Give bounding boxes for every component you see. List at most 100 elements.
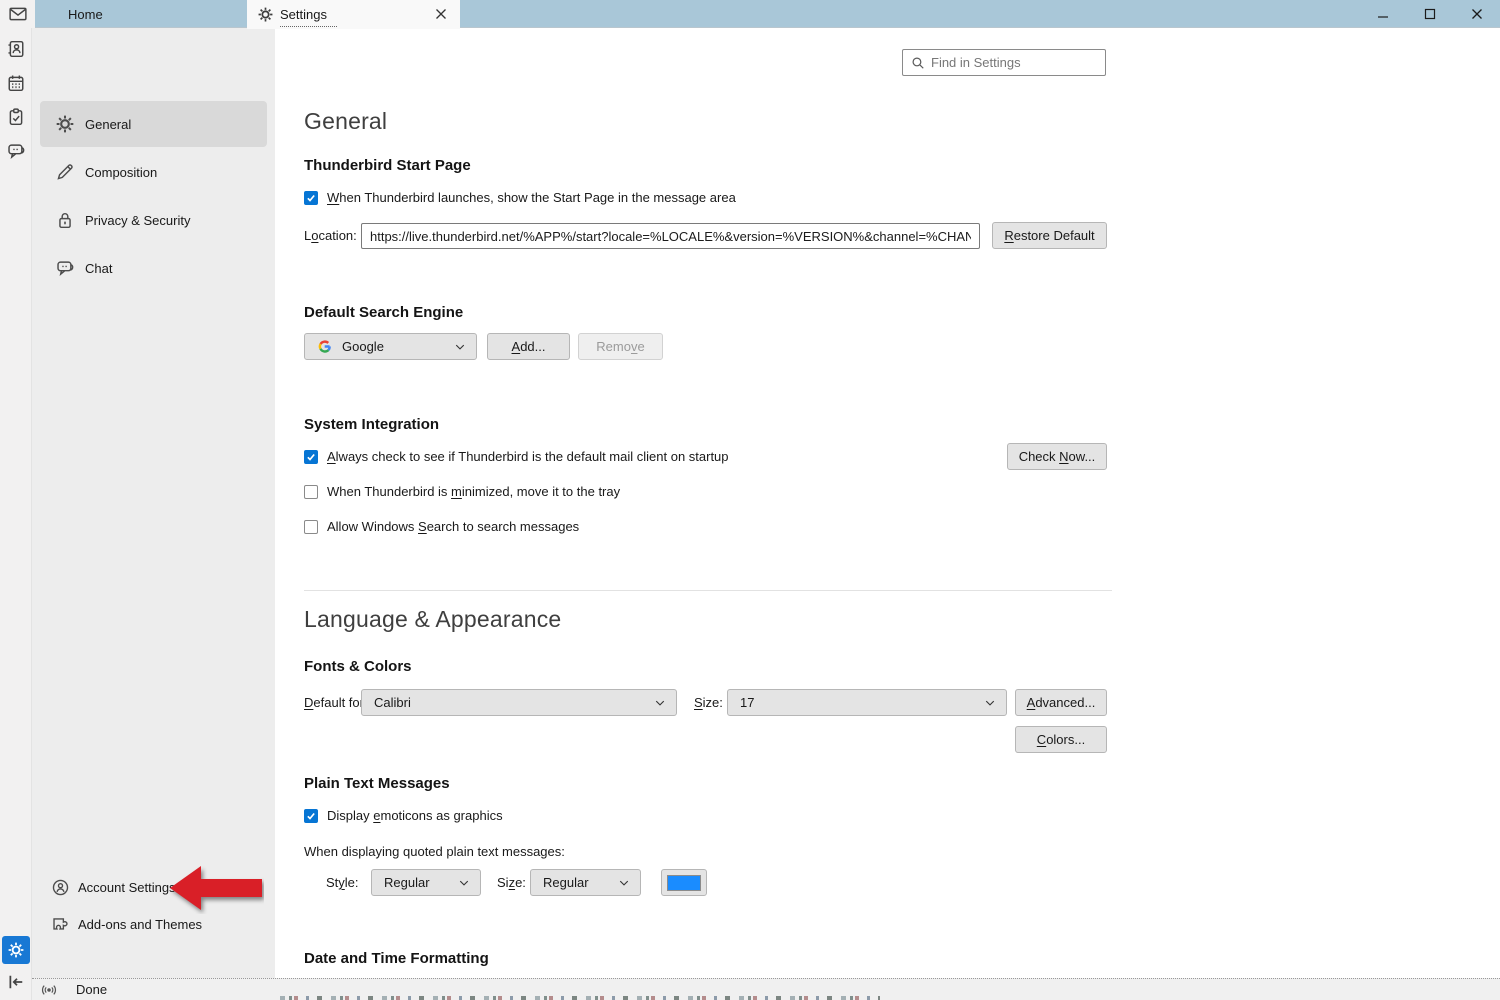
location-label: Location:	[304, 222, 357, 249]
sidebar-item-label: Chat	[85, 261, 112, 276]
tasks-icon[interactable]	[7, 108, 25, 126]
minimize-tray-label: When Thunderbird is minimized, move it t…	[327, 484, 620, 499]
close-button[interactable]	[1453, 0, 1500, 28]
quoted-messages-label: When displaying quoted plain text messag…	[304, 844, 565, 859]
close-icon	[435, 8, 447, 20]
colors-button[interactable]: Colors...	[1015, 726, 1107, 753]
search-engine-value: Google	[342, 339, 454, 354]
chevron-down-icon	[458, 877, 470, 889]
location-input[interactable]	[361, 223, 980, 249]
plain-text-heading: Plain Text Messages	[304, 775, 450, 792]
default-font-value: Calibri	[374, 695, 654, 710]
sidebar-item-general[interactable]: General	[40, 101, 267, 147]
add-engine-button[interactable]: Add...	[487, 333, 570, 360]
red-annotation-arrow	[168, 864, 264, 914]
quote-size-label: Size:	[497, 869, 526, 896]
remove-engine-button[interactable]: Remove	[578, 333, 663, 360]
check-now-button[interactable]: Check Now...	[1007, 443, 1107, 470]
tab-focus-indicator	[280, 26, 337, 27]
start-page-checkbox-row: When Thunderbird launches, show the Star…	[304, 190, 736, 205]
address-book-icon[interactable]	[7, 40, 25, 58]
lock-icon	[56, 211, 74, 229]
sidebar-item-privacy-security[interactable]: Privacy & Security	[40, 197, 267, 243]
quote-style-value: Regular	[384, 875, 458, 890]
quote-size-dropdown[interactable]: Regular	[530, 869, 641, 896]
language-appearance-title: Language & Appearance	[304, 606, 561, 633]
default-font-dropdown[interactable]: Calibri	[361, 689, 677, 716]
gear-icon	[56, 115, 74, 133]
tab-home[interactable]: Home	[35, 0, 247, 28]
check-icon	[306, 452, 316, 462]
section-divider	[304, 590, 1112, 591]
chevron-down-icon	[654, 697, 666, 709]
font-size-label: Size:	[694, 689, 723, 716]
window-controls	[1359, 0, 1500, 28]
sidebar-item-label: Privacy & Security	[85, 213, 190, 228]
chevron-down-icon	[984, 697, 996, 709]
sidebar-item-label: Add-ons and Themes	[78, 917, 202, 932]
emoticons-checkbox[interactable]	[304, 809, 318, 823]
quote-size-value: Regular	[543, 875, 618, 890]
chevron-down-icon	[454, 341, 466, 353]
search-engine-dropdown[interactable]: Google	[304, 333, 477, 360]
chat-bubble-icon	[56, 259, 74, 277]
tab-settings[interactable]: Settings	[247, 0, 460, 29]
settings-main-pane: General Thunderbird Start Page When Thun…	[275, 28, 1500, 978]
default-client-checkbox[interactable]	[304, 450, 318, 464]
minimize-button[interactable]	[1359, 0, 1406, 28]
tab-close-button[interactable]	[434, 7, 448, 21]
sidebar-item-composition[interactable]: Composition	[40, 149, 267, 195]
quote-style-label: Style:	[326, 869, 359, 896]
mail-space-corner	[0, 0, 35, 28]
start-page-checkbox-label: When Thunderbird launches, show the Star…	[327, 190, 736, 205]
gear-icon	[258, 7, 273, 22]
emoticons-checkbox-row: Display emoticons as graphics	[304, 808, 503, 823]
default-client-label: Always check to see if Thunderbird is th…	[327, 449, 729, 464]
system-integration-heading: System Integration	[304, 416, 439, 433]
sidebar-item-addons-themes[interactable]: Add-ons and Themes	[40, 910, 260, 938]
google-g-icon	[317, 339, 332, 354]
windows-search-checkbox[interactable]	[304, 520, 318, 534]
envelope-icon	[9, 5, 27, 23]
quote-color-swatch	[667, 875, 701, 891]
minimize-icon	[1377, 8, 1389, 20]
advanced-fonts-button[interactable]: Advanced...	[1015, 689, 1107, 716]
datetime-heading: Date and Time Formatting	[304, 950, 489, 967]
restore-default-button[interactable]: Restore Default	[992, 222, 1107, 249]
windows-search-label: Allow Windows Search to search messages	[327, 519, 579, 534]
gear-icon	[8, 942, 24, 958]
font-size-dropdown[interactable]: 17	[727, 689, 1007, 716]
emoticons-label: Display emoticons as graphics	[327, 808, 503, 823]
check-icon	[306, 811, 316, 821]
default-client-checkbox-row: Always check to see if Thunderbird is th…	[304, 449, 729, 464]
settings-space-button[interactable]	[2, 936, 30, 964]
clipped-content-strip	[280, 996, 880, 1000]
start-page-checkbox[interactable]	[304, 191, 318, 205]
close-icon	[1471, 8, 1483, 20]
search-input[interactable]	[931, 55, 1107, 70]
quote-style-dropdown[interactable]: Regular	[371, 869, 481, 896]
sidebar-item-label: Composition	[85, 165, 157, 180]
search-engine-heading: Default Search Engine	[304, 304, 463, 321]
tab-settings-label: Settings	[280, 7, 327, 22]
sidebar-item-chat[interactable]: Chat	[40, 245, 267, 291]
puzzle-icon	[52, 916, 69, 933]
quote-color-button[interactable]	[661, 869, 707, 896]
chat-icon[interactable]	[7, 142, 25, 160]
check-icon	[306, 193, 316, 203]
chevron-down-icon	[618, 877, 630, 889]
pencil-icon	[56, 163, 74, 181]
status-text: Done	[76, 982, 107, 997]
spaces-toolbar	[0, 28, 32, 1000]
minimize-tray-checkbox[interactable]	[304, 485, 318, 499]
tab-home-label: Home	[68, 7, 103, 22]
maximize-button[interactable]	[1406, 0, 1453, 28]
settings-search[interactable]	[902, 49, 1106, 76]
page-title: General	[304, 108, 387, 135]
account-person-icon	[52, 879, 69, 896]
calendar-icon[interactable]	[7, 74, 25, 92]
minimize-tray-checkbox-row: When Thunderbird is minimized, move it t…	[304, 484, 620, 499]
collapse-spaces-icon[interactable]	[6, 972, 26, 992]
activity-icon	[41, 982, 57, 998]
font-size-value: 17	[740, 695, 984, 710]
